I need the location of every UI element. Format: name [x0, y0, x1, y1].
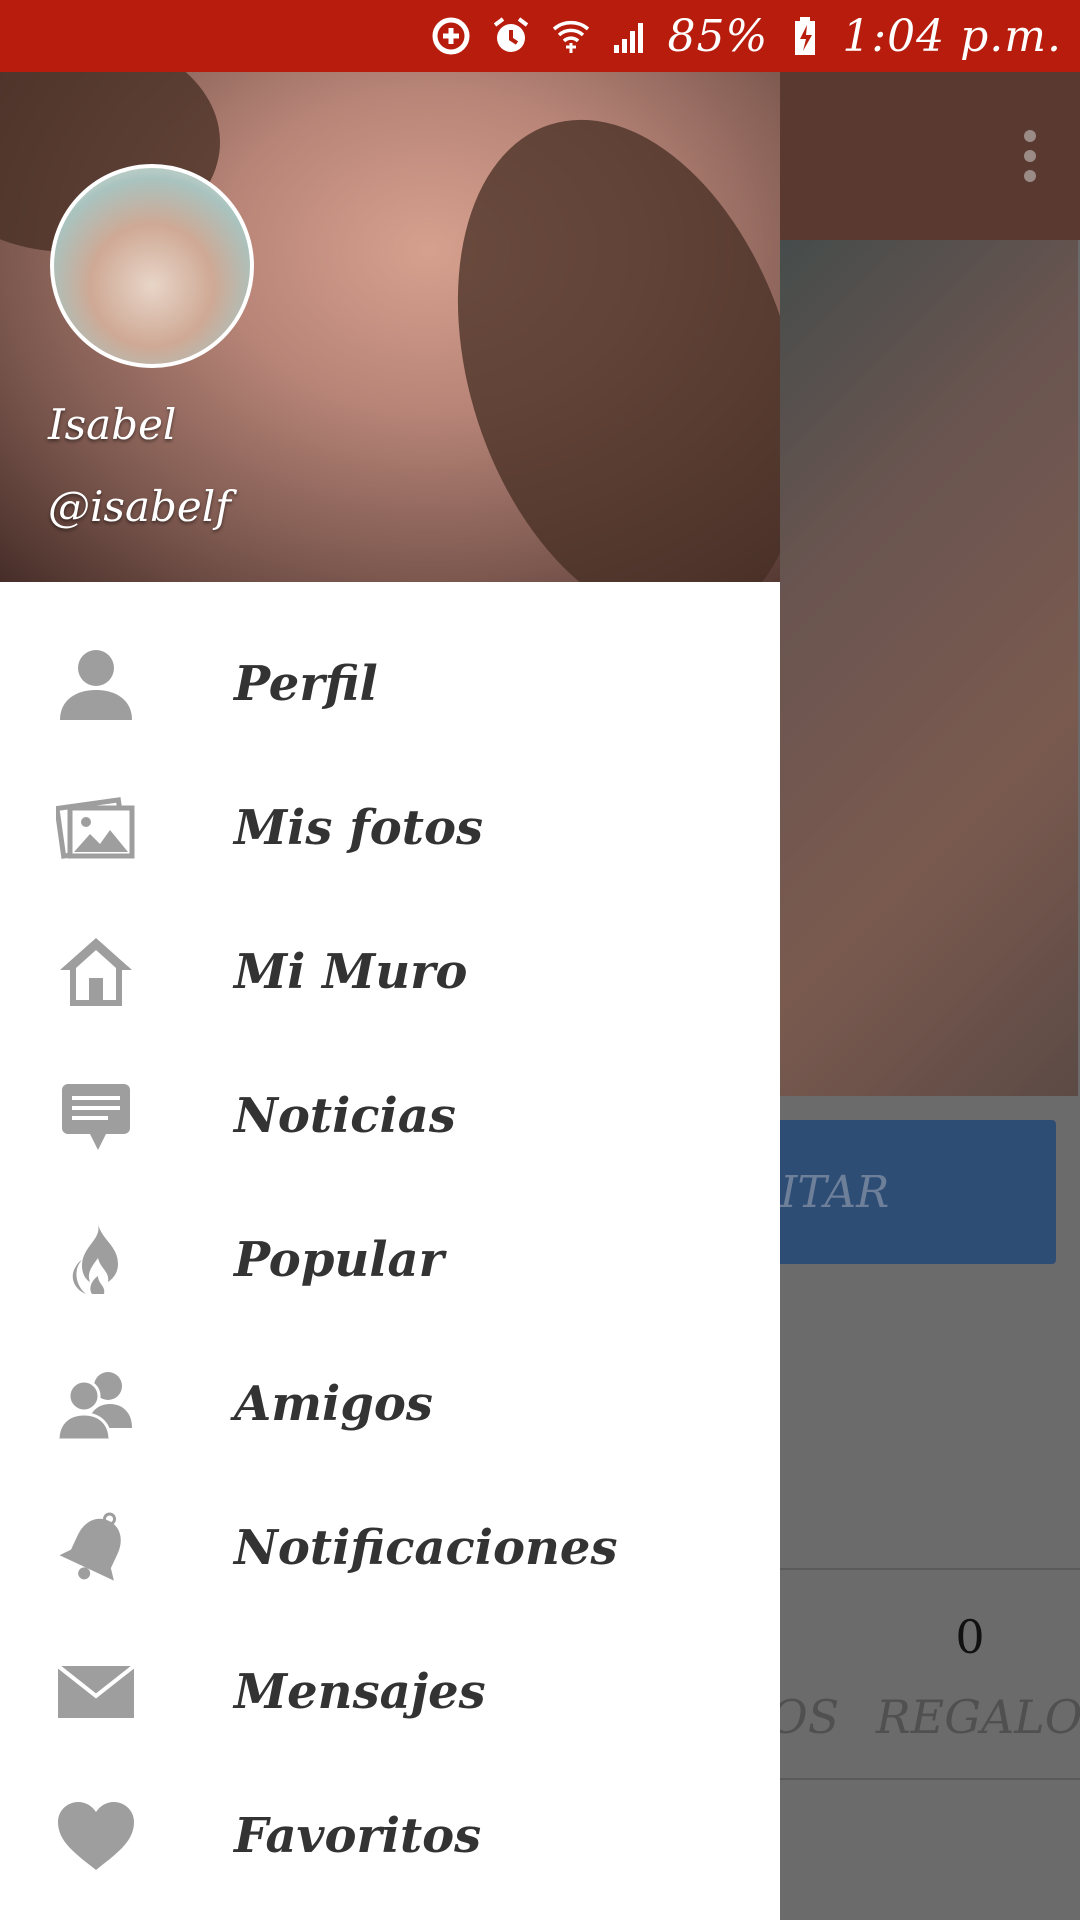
background-action-button: ITAR [760, 1120, 1056, 1264]
battery-charging-icon [782, 13, 828, 59]
news-icon [56, 1076, 136, 1156]
gifts-count: 0 [955, 1610, 985, 1664]
gifts-label: REGALOS [876, 1690, 1080, 1744]
battery-percent: 85% [667, 10, 769, 62]
menu-item-popular[interactable]: Popular [0, 1188, 780, 1332]
menu-item-mi-muro[interactable]: Mi Muro [0, 900, 780, 1044]
menu-item-mensajes[interactable]: Mensajes [0, 1620, 780, 1764]
menu-label: Notificaciones [234, 1520, 618, 1576]
menu-item-notificaciones[interactable]: Notificaciones [0, 1476, 780, 1620]
clock: 1:04 p.m. [842, 10, 1062, 62]
navigation-drawer: Isabel @isabelf Perfil Mis fotos Mi Muro [0, 72, 780, 1920]
data-saver-icon [428, 13, 474, 59]
menu-label: Mi Muro [234, 944, 468, 1000]
menu-label: Amigos [234, 1376, 433, 1432]
envelope-icon [56, 1652, 136, 1732]
menu-item-perfil[interactable]: Perfil [0, 612, 780, 756]
menu-label: Noticias [234, 1088, 456, 1144]
wifi-icon [548, 13, 594, 59]
home-icon [56, 932, 136, 1012]
menu-label: Popular [234, 1232, 444, 1288]
bell-icon [56, 1508, 136, 1588]
header-photo-shadow [397, 75, 780, 582]
stat-label-partial: OS [770, 1690, 840, 1744]
menu-item-favoritos[interactable]: Favoritos [0, 1764, 780, 1908]
heart-icon [56, 1796, 136, 1876]
menu-label: Perfil [234, 656, 378, 712]
status-bar: 85% 1:04 p.m. [0, 0, 1080, 72]
menu-label: Favoritos [234, 1808, 482, 1864]
drawer-menu: Perfil Mis fotos Mi Muro Noticias Popula… [0, 612, 780, 1908]
menu-item-amigos[interactable]: Amigos [0, 1332, 780, 1476]
alarm-icon [488, 13, 534, 59]
user-handle: @isabelf [48, 482, 231, 531]
photos-icon [56, 788, 136, 868]
menu-label: Mis fotos [234, 800, 483, 856]
flame-icon [56, 1220, 136, 1300]
more-options-icon [1022, 130, 1038, 186]
user-name: Isabel [48, 400, 177, 449]
avatar[interactable] [50, 164, 254, 368]
signal-icon [608, 13, 654, 59]
friends-icon [56, 1364, 136, 1444]
menu-label: Mensajes [234, 1664, 486, 1720]
person-icon [56, 644, 136, 724]
menu-item-noticias[interactable]: Noticias [0, 1044, 780, 1188]
background-button-label: ITAR [780, 1166, 890, 1218]
drawer-header: Isabel @isabelf [0, 72, 780, 582]
menu-item-mis-fotos[interactable]: Mis fotos [0, 756, 780, 900]
